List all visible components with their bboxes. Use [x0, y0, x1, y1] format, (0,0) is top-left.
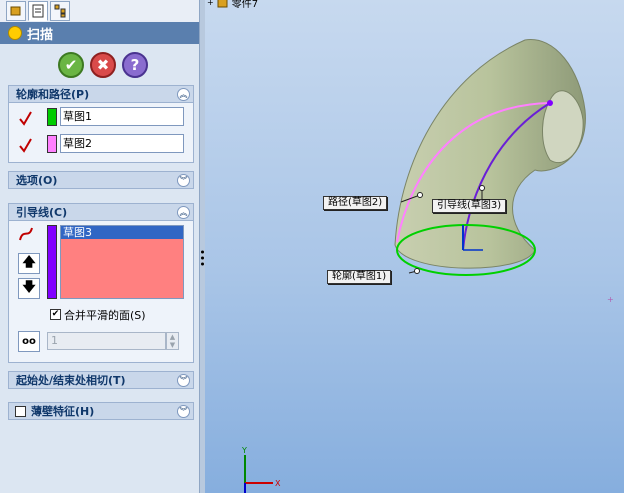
action-buttons: ✔ ✖ ?: [58, 52, 148, 78]
guide-curve-list[interactable]: 草图3: [60, 225, 184, 299]
group-label: 轮廓和路径(P): [16, 88, 90, 101]
configuration-manager-tab[interactable]: [50, 1, 70, 21]
collapse-chevron-icon[interactable]: ︽: [177, 88, 190, 101]
group-label: 薄壁特征(H): [31, 405, 95, 418]
expand-chevron-icon[interactable]: ︾: [177, 374, 190, 387]
guide-color-swatch: [47, 225, 57, 299]
group-label: 选项(O): [16, 174, 58, 187]
move-down-button[interactable]: 🡇: [18, 278, 40, 299]
path-callout[interactable]: 路径(草图2): [323, 196, 388, 210]
expand-chevron-icon[interactable]: ︾: [177, 174, 190, 187]
guide-endpoint: [547, 100, 553, 106]
profile-select-icon: [17, 109, 35, 127]
feature-tree-icon: [10, 6, 21, 16]
ok-button[interactable]: ✔: [58, 52, 84, 78]
group-label: 引导线(C): [16, 206, 68, 219]
thin-feature-group-header[interactable]: 薄壁特征(H) ︾: [8, 402, 194, 420]
path-color-swatch: [47, 135, 57, 153]
cancel-button[interactable]: ✖: [90, 52, 116, 78]
path-field[interactable]: 草图2: [60, 134, 184, 153]
svg-text:X: X: [275, 479, 281, 488]
model-canvas[interactable]: Y X +: [205, 0, 624, 493]
configuration-icon: [54, 4, 66, 18]
profile-color-swatch: [47, 108, 57, 126]
merge-faces-checkbox[interactable]: ✔: [50, 309, 61, 320]
start-end-tangency-group-header[interactable]: 起始处/结束处相切(T) ︾: [8, 371, 194, 389]
section-stepper[interactable]: 1: [47, 332, 166, 350]
profile-path-group-header[interactable]: 轮廓和路径(P) ︽: [8, 85, 194, 103]
list-item[interactable]: 草图3: [61, 226, 183, 239]
collapse-chevron-icon[interactable]: ︽: [177, 206, 190, 219]
graphics-viewport[interactable]: + 零件7 Y X + 路径(草图2) 引导线(草图3) 轮廓(草图1): [205, 0, 624, 493]
profile-path-group-body: 草图1 草图2: [8, 103, 194, 163]
reference-point: +: [607, 295, 614, 304]
show-sections-button[interactable]: oo: [18, 331, 40, 352]
feature-manager-tab[interactable]: [6, 1, 26, 21]
expand-chevron-icon[interactable]: ︾: [177, 405, 190, 418]
thin-feature-checkbox[interactable]: [15, 405, 26, 417]
property-sheet-icon: [32, 4, 44, 18]
axis-triad-icon: Y X: [241, 446, 281, 493]
feature-title-bar: 扫描: [0, 22, 199, 44]
property-manager-tab[interactable]: [28, 1, 48, 21]
glasses-icon: oo: [22, 336, 36, 347]
path-select-icon: [17, 136, 35, 154]
group-label: 起始处/结束处相切(T): [16, 374, 126, 387]
help-button[interactable]: ?: [122, 52, 148, 78]
guide-callout[interactable]: 引导线(草图3): [432, 199, 507, 213]
move-up-button[interactable]: 🡅: [18, 253, 40, 274]
options-group-header[interactable]: 选项(O) ︾: [8, 171, 194, 189]
profile-callout[interactable]: 轮廓(草图1): [327, 270, 392, 284]
manager-tabs: [0, 0, 199, 23]
merge-faces-label: 合并平滑的面(S): [64, 309, 146, 322]
stepper-spin-icon[interactable]: ▲ ▼: [166, 332, 179, 350]
guide-curve-select-icon: [17, 225, 35, 243]
sweep-feature-icon: [8, 26, 22, 40]
profile-field[interactable]: 草图1: [60, 107, 184, 126]
arrow-down-icon: 🡇: [22, 279, 36, 295]
feature-title: 扫描: [27, 27, 54, 43]
guide-curves-group-header[interactable]: 引导线(C) ︽: [8, 203, 194, 221]
property-manager: 扫描 ✔ ✖ ? 轮廓和路径(P) ︽ 草图1 草图2 选项(O) ︾ 引导线(…: [0, 0, 200, 493]
arrow-up-icon: 🡅: [22, 254, 36, 270]
guide-curves-group-body: 草图3 🡅 🡇 ✔ 合并平滑的面(S) oo 1 ▲ ▼: [8, 221, 194, 363]
svg-text:Y: Y: [241, 446, 247, 455]
